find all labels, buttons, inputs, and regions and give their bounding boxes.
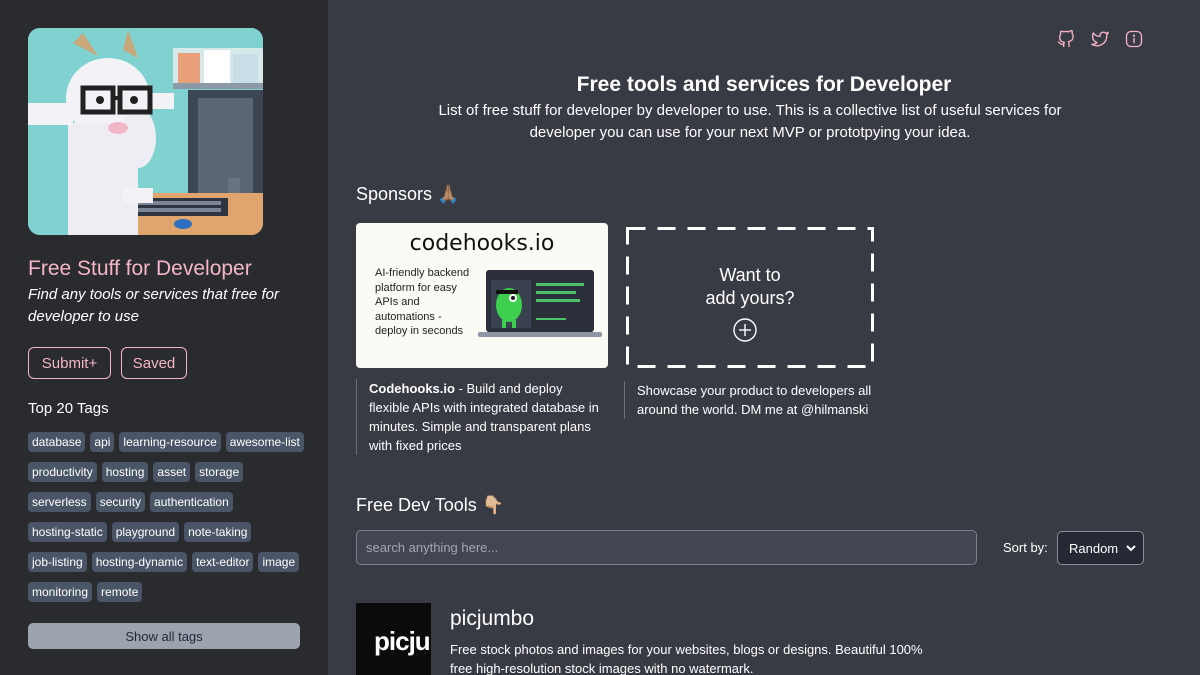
tool-description: Free stock photos and images for your we… [450,642,923,675]
sponsor-description: Codehooks.io - Build and deploy flexible… [356,379,606,455]
add-sponsor-text: Want to add yours? [626,264,874,310]
goat-developer-illustration [28,28,263,235]
sort-label: Sort by: [1003,540,1048,555]
add-sponsor-line2: add yours? [705,288,795,308]
sort-select[interactable]: Random [1057,531,1144,565]
tag-list: database api learning-resource awesome-list… [28,432,308,602]
site-subtitle: Find any tools or services that free for… [28,286,279,325]
add-sponsor-description: Showcase your product to developers all … [624,381,874,419]
header-icons [1057,30,1143,48]
tool-logo[interactable]: picju [356,603,431,675]
tag-awesome-list[interactable]: awesome-list [225,432,304,452]
tag-playground[interactable]: playground [111,522,180,542]
add-sponsor-card[interactable]: Want to add yours? [626,227,874,368]
tag-storage[interactable]: storage [195,462,244,482]
site-title: Free Stuff for Developer [28,257,252,280]
sponsor-name: codehooks.io [409,231,555,256]
sponsor-desc-name: Codehooks.io [369,381,455,396]
add-sponsor-line1: Want to [719,265,781,285]
tag-hosting-static[interactable]: hosting-static [28,522,107,542]
tag-note-taking[interactable]: note-taking [184,522,252,542]
tag-monitoring[interactable]: monitoring [28,582,93,602]
tag-hosting[interactable]: hosting [101,462,149,482]
tag-text-editor[interactable]: text-editor [192,552,254,572]
tag-learning-resource[interactable]: learning-resource [119,432,221,452]
tag-productivity[interactable]: productivity [28,462,97,482]
tool-name[interactable]: picjumbo [450,607,534,631]
sort-value: Random [1069,540,1119,556]
tag-job-listing[interactable]: job-listing [28,552,87,572]
tags-heading: Top 20 Tags [28,400,109,417]
tag-hosting-dynamic[interactable]: hosting-dynamic [91,552,188,572]
tool-logo-text: picju [374,626,431,656]
tag-asset[interactable]: asset [153,462,191,482]
tools-heading: Free Dev Tools 👇🏼 [356,495,505,515]
sponsor-laptop-illustration [478,270,602,337]
tag-security[interactable]: security [95,492,146,512]
show-all-tags-button[interactable]: Show all tags [28,623,300,649]
sponsor-tagline: AI-friendly backend platform for easy AP… [375,267,470,337]
plus-circle-icon [733,318,757,342]
tag-serverless[interactable]: serverless [28,492,91,512]
sponsors-heading: Sponsors 🙏🏽 [356,184,460,204]
submit-button[interactable]: Submit+ [28,347,111,379]
page-title: Free tools and services for Developer [576,73,952,96]
tag-api[interactable]: api [90,432,115,452]
saved-button[interactable]: Saved [121,347,187,379]
search-input[interactable] [356,530,977,565]
tag-remote[interactable]: remote [97,582,143,602]
tag-authentication[interactable]: authentication [150,492,233,512]
chevron-down-icon [1126,545,1136,552]
sidebar: Free Stuff for Developer Find any tools … [0,0,328,675]
sponsor-card[interactable]: codehooks.io AI-friendly backend platfor… [356,223,608,368]
tag-image[interactable]: image [258,552,300,572]
twitter-icon[interactable] [1091,30,1109,48]
github-icon[interactable] [1057,30,1075,48]
info-icon[interactable] [1125,30,1143,48]
tag-database[interactable]: database [28,432,86,452]
page-description: List of free stuff for developer by deve… [438,102,1062,141]
